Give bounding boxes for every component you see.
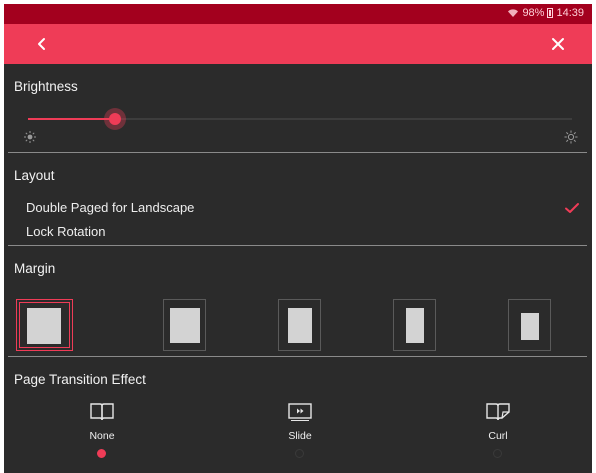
wifi-icon — [508, 9, 519, 17]
brightness-slider-thumb[interactable] — [104, 108, 127, 130]
status-bar: 98% 14:39 — [4, 4, 592, 24]
battery-icon — [547, 8, 554, 18]
margin-option-small[interactable] — [163, 299, 206, 351]
margin-option-medium[interactable] — [278, 299, 321, 351]
battery-percent: 98% — [522, 7, 545, 19]
effect-curl-radio[interactable] — [493, 449, 502, 458]
margin-option-large[interactable] — [393, 299, 436, 351]
page-preview — [27, 308, 61, 344]
effect-slide[interactable]: Slide — [260, 400, 340, 470]
lock-rotation-label: Lock Rotation — [26, 224, 106, 239]
lock-rotation-option[interactable]: Lock Rotation — [26, 221, 586, 243]
open-book-icon — [90, 403, 114, 421]
curl-page-icon — [486, 403, 510, 421]
transition-title: Page Transition Effect — [14, 372, 146, 387]
double-paged-option[interactable]: Double Paged for Landscape — [26, 197, 586, 219]
page-preview — [170, 308, 200, 343]
effect-none-radio[interactable] — [97, 449, 106, 458]
effect-none[interactable]: None — [62, 400, 142, 470]
brightness-high-icon — [564, 130, 578, 144]
effect-curl-label: Curl — [488, 430, 508, 442]
brightness-low-icon — [24, 131, 36, 143]
effect-slide-radio[interactable] — [295, 449, 304, 458]
checkmark-icon — [565, 203, 579, 213]
reader-settings-screen: 98% 14:39 Brightness Layout Double Paged… — [4, 4, 592, 473]
brightness-slider-fill — [28, 118, 116, 120]
section-divider — [8, 245, 587, 246]
close-icon — [552, 38, 564, 50]
double-paged-label: Double Paged for Landscape — [26, 200, 195, 215]
slide-page-icon — [288, 403, 312, 421]
section-divider — [8, 152, 587, 153]
clock: 14:39 — [556, 7, 584, 19]
margin-option-xlarge[interactable] — [508, 299, 551, 351]
effect-slide-label: Slide — [288, 430, 312, 442]
page-preview — [288, 308, 312, 343]
brightness-title: Brightness — [14, 79, 78, 94]
chevron-left-icon — [38, 38, 45, 50]
close-button[interactable] — [546, 32, 570, 56]
effect-none-label: None — [89, 430, 115, 442]
page-preview — [406, 308, 424, 343]
page-preview — [521, 313, 539, 340]
effect-curl[interactable]: Curl — [458, 400, 538, 470]
status-indicators: 98% 14:39 — [507, 7, 584, 19]
margin-option-none[interactable] — [16, 299, 73, 351]
section-divider — [8, 356, 587, 357]
app-bar — [4, 24, 592, 64]
layout-title: Layout — [14, 168, 55, 183]
margin-title: Margin — [14, 261, 56, 276]
back-button[interactable] — [30, 32, 54, 56]
brightness-slider[interactable] — [28, 108, 572, 130]
